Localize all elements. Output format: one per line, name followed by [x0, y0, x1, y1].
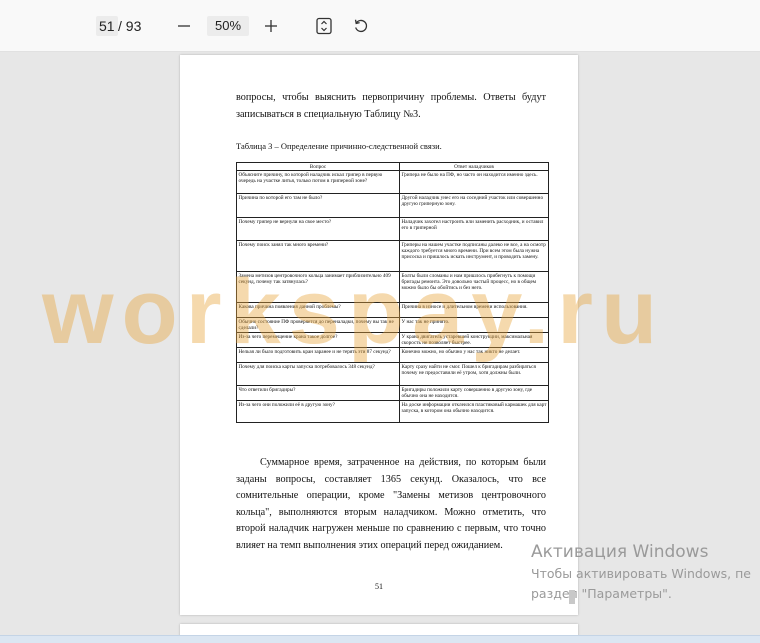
header-question: Вопрос [236, 161, 400, 172]
table-row: Почему для поиска карты запуска потребов… [236, 362, 549, 387]
page-number: 51 [375, 582, 383, 591]
answer-cell: Конечно можно, но обычно у нас так никто… [399, 347, 549, 364]
answer-cell: Другой наладчик унес его на соседний уча… [399, 193, 549, 219]
table-row: Из-за чего они положили её в другую зону… [236, 400, 549, 424]
paragraph-summary: Суммарное время, затраченное на действия… [236, 457, 546, 551]
answer-cell: Бригадиры положили карту совершенно в др… [399, 385, 549, 402]
table-row: Что ответили бригадиры? Бригадиры положил… [236, 385, 549, 402]
table-row: Почему поиск занял так много времени? Гри… [236, 240, 549, 273]
current-page-input[interactable]: 51 [96, 16, 118, 36]
question-cell: Обычно состояние ПФ проверяется до перен… [236, 317, 400, 334]
answer-cell: Карту сразу найти не смог. Пошел к брига… [399, 362, 549, 387]
zoom-in-button[interactable] [259, 14, 283, 38]
table-row: Нельзя ли было подготовить кран заранее … [236, 347, 549, 364]
answer-cell: У крана двигатель устаревшей конструкции… [399, 332, 549, 349]
plus-icon [265, 20, 277, 32]
table-row: Обычно состояние ПФ проверяется до перен… [236, 317, 549, 334]
question-cell: Из-за чего перемещение крана такое долго… [236, 332, 400, 349]
table-row: Какова причина появления данной проблемы… [236, 302, 549, 319]
question-cell: Из-за чего они положили её в другую зону… [236, 400, 400, 424]
pdf-toolbar: 51 / 93 50% [0, 0, 760, 52]
table-row: Из-за чего перемещение крана такое долго… [236, 332, 549, 349]
question-cell: Что ответили бригадиры? [236, 385, 400, 402]
answer-cell: Болты были сломаны и нам пришлось прибег… [399, 271, 549, 304]
taskbar-edge [0, 635, 760, 643]
table-header-row: Вопрос Ответ наладчиков [236, 161, 549, 172]
scrollbar-thumb[interactable] [569, 590, 575, 604]
fit-page-button[interactable] [312, 14, 336, 38]
table-row: Почему грипер не вернули на свое место? Н… [236, 217, 549, 242]
answer-cell: Причина в износе и длительном времени ис… [399, 302, 549, 319]
zoom-out-button[interactable] [172, 14, 196, 38]
table-row: Замена метизов центровочного кольца зани… [236, 271, 549, 304]
answer-cell: На доске информации отклеился пластиковы… [399, 400, 549, 424]
question-cell: Какова причина появления данной проблемы… [236, 302, 400, 319]
question-cell: Причина по которой его там не было? [236, 193, 400, 219]
question-cell: Почему поиск занял так много времени? [236, 240, 400, 273]
rotate-icon [354, 19, 368, 33]
answer-cell: У нас так не принято. [399, 317, 549, 334]
zoom-level-input[interactable]: 50% [207, 16, 249, 36]
question-cell: Нельзя ли было подготовить кран заранее … [236, 347, 400, 364]
question-cell: Замена метизов центровочного кольца зани… [236, 271, 400, 304]
fit-page-icon [316, 17, 332, 35]
activation-line-1: Чтобы активировать Windows, пе [531, 566, 751, 581]
answer-cell: Гриперы на нашем участке подписаны далек… [399, 240, 549, 273]
header-answer: Ответ наладчиков [399, 161, 549, 172]
activation-line-2: раздел "Параметры". [531, 586, 672, 601]
question-cell: Почему для поиска карты запуска потребов… [236, 362, 400, 387]
total-pages-label: / 93 [118, 18, 142, 34]
question-cell: Объясните причину, по которой наладчик и… [236, 170, 400, 195]
minus-icon [178, 25, 190, 27]
document-page: вопросы, чтобы выяснить первопричину про… [180, 55, 578, 615]
answer-cell: Наладчик захотел настроить или заменить … [399, 217, 549, 242]
paragraph-intro: вопросы, чтобы выяснить первопричину про… [236, 92, 546, 120]
table-row: Объясните причину, по которой наладчик и… [236, 170, 549, 195]
question-cell: Почему грипер не вернули на свое место? [236, 217, 400, 242]
rotate-button[interactable] [349, 14, 373, 38]
answer-cell: Грипера не было на ПФ, но часто он наход… [399, 170, 549, 195]
windows-activation-notice: Активация Windows Чтобы активировать Win… [531, 540, 751, 604]
activation-title: Активация Windows [531, 542, 709, 562]
cause-effect-table: Вопрос Ответ наладчиков Объясните причин… [236, 161, 549, 424]
table-caption: Таблица 3 – Определение причинно-следств… [236, 141, 442, 151]
table-row: Причина по которой его там не было? Друго… [236, 193, 549, 219]
